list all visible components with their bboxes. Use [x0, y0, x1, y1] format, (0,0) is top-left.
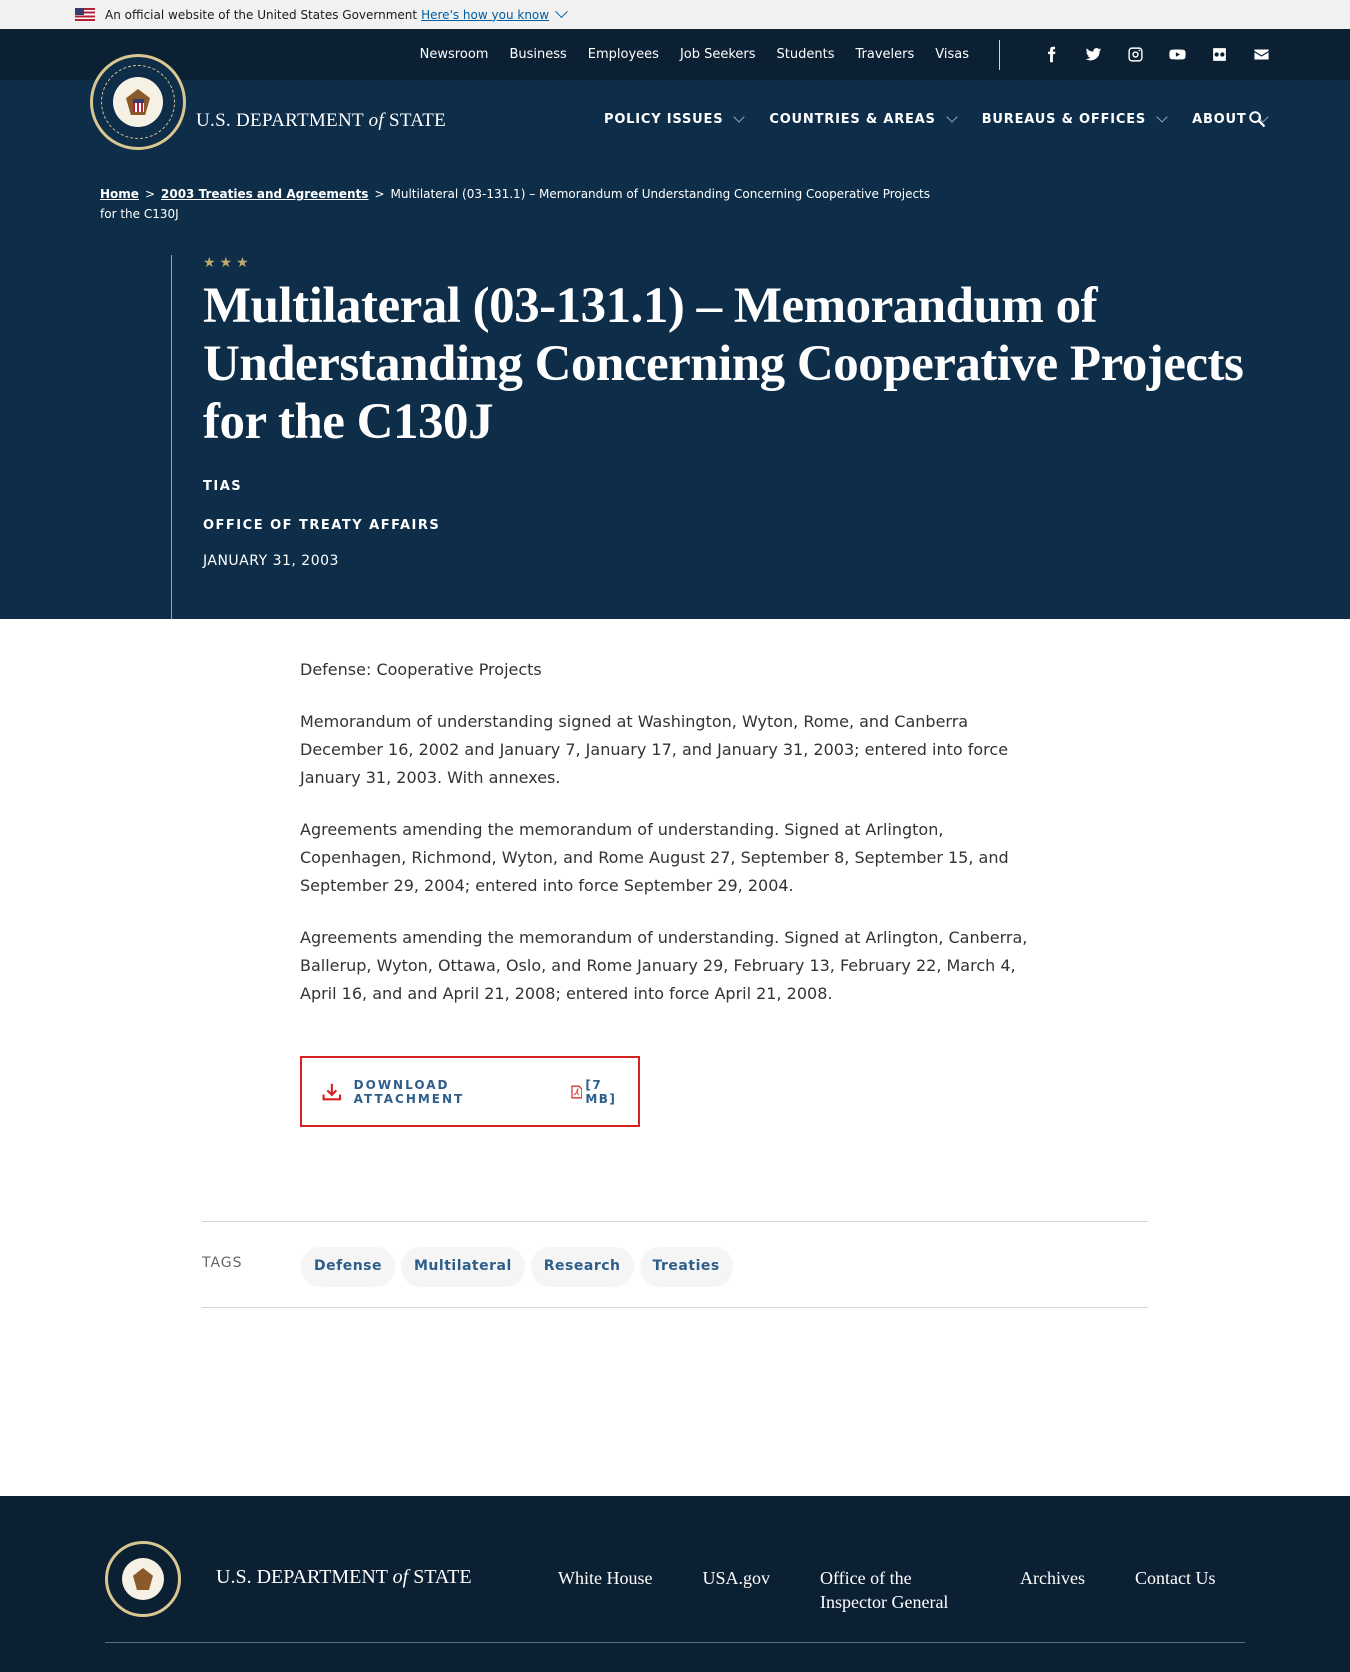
- article-paragraph: Defense: Cooperative Projects: [300, 660, 542, 679]
- breadcrumb: Home >2003 Treaties and Agreements > Multil…: [100, 184, 930, 224]
- chevron-down-icon: [1156, 111, 1168, 123]
- footer-link-contact-us[interactable]: Contact Us: [1135, 1566, 1216, 1614]
- main-nav: POLICY ISSUES COUNTRIES & AREAS BUREAUS …: [604, 111, 1293, 127]
- flickr-icon[interactable]: [1210, 46, 1228, 64]
- page-title: Multilateral (03-131.1) – Memorandum of …: [203, 278, 1244, 450]
- tags-label: TAGS: [202, 1255, 243, 1271]
- article-paragraph: Agreements amending the memorandum of un…: [300, 820, 1009, 895]
- footer: U.S. DEPARTMENT of STATE White House USA…: [0, 1496, 1350, 1672]
- download-label: DOWNLOAD ATTACHMENT: [353, 1077, 465, 1106]
- department-seal-logo[interactable]: [90, 54, 186, 150]
- utility-link-visas[interactable]: Visas: [935, 47, 969, 62]
- seal-icon: [90, 54, 186, 150]
- tags-section: TAGS Defense Multilateral Research Treat…: [202, 1221, 1148, 1308]
- utility-divider: [999, 39, 1000, 70]
- us-flag-icon: [75, 8, 95, 21]
- breadcrumb-parent[interactable]: 2003 Treaties and Agreements: [161, 187, 368, 201]
- footer-seal-logo[interactable]: [105, 1541, 181, 1617]
- gov-banner: An official website of the United States…: [0, 0, 1350, 29]
- nav-bureaus-offices[interactable]: BUREAUS & OFFICES: [981, 111, 1168, 127]
- footer-divider: [105, 1642, 1245, 1643]
- article-header: ★★★ Multilateral (03-131.1) – Memorandum…: [171, 255, 1251, 619]
- tag-research[interactable]: Research: [531, 1247, 633, 1285]
- site-wordmark[interactable]: U.S. DEPARTMENT of STATE: [196, 110, 446, 132]
- wordmark-text: U.S. DEPARTMENT: [196, 110, 369, 131]
- tag-treaties[interactable]: Treaties: [640, 1247, 732, 1285]
- hero-section: U.S. DEPARTMENT of STATE POLICY ISSUES C…: [0, 54, 1350, 619]
- article-series: TIAS: [203, 479, 243, 494]
- article-date: JANUARY 31, 2003: [203, 553, 339, 569]
- nav-label: ABOUT: [1192, 112, 1247, 127]
- chevron-down-icon[interactable]: [555, 5, 568, 19]
- utility-link-employees[interactable]: Employees: [588, 47, 659, 62]
- wordmark-of: of: [368, 110, 384, 131]
- nav-label: BUREAUS & OFFICES: [981, 112, 1147, 127]
- youtube-icon[interactable]: [1168, 46, 1186, 64]
- footer-link-white-house[interactable]: White House: [558, 1566, 652, 1614]
- download-size: [7 MB]: [585, 1077, 617, 1106]
- download-attachment-button[interactable]: DOWNLOAD ATTACHMENT [7 MB]: [300, 1056, 640, 1127]
- utility-link-job-seekers[interactable]: Job Seekers: [680, 47, 756, 62]
- utility-link-students[interactable]: Students: [777, 47, 835, 62]
- download-icon: [322, 1083, 342, 1100]
- footer-link-archives[interactable]: Archives: [1020, 1566, 1085, 1614]
- stars-icon: ★★★: [203, 255, 253, 271]
- footer-wordmark-of: of: [392, 1566, 409, 1588]
- heres-how-you-know-link[interactable]: Here's how you know: [421, 8, 549, 22]
- utility-nav: Newsroom Business Employees Job Seekers …: [0, 29, 1350, 80]
- email-icon[interactable]: [1252, 46, 1270, 64]
- footer-wordmark-text: U.S. DEPARTMENT: [216, 1566, 393, 1588]
- wordmark-text-end: STATE: [383, 110, 447, 131]
- article-body: Defense: Cooperative Projects Memorandum…: [300, 656, 1050, 1032]
- nav-countries-areas[interactable]: COUNTRIES & AREAS: [769, 111, 958, 127]
- twitter-icon[interactable]: [1084, 46, 1102, 64]
- footer-links: White House USA.gov Office of the Inspec…: [558, 1566, 1265, 1614]
- search-icon[interactable]: [1248, 110, 1266, 128]
- footer-link-usa-gov[interactable]: USA.gov: [702, 1566, 770, 1614]
- pdf-file-icon: [570, 1085, 582, 1098]
- article-office: OFFICE OF TREATY AFFAIRS: [203, 518, 441, 533]
- chevron-down-icon: [733, 111, 746, 123]
- tag-defense[interactable]: Defense: [302, 1247, 394, 1285]
- nav-label: COUNTRIES & AREAS: [769, 112, 936, 127]
- footer-wordmark[interactable]: U.S. DEPARTMENT of STATE: [216, 1566, 472, 1589]
- breadcrumb-separator: >: [374, 187, 385, 201]
- utility-link-travelers[interactable]: Travelers: [856, 47, 915, 62]
- footer-link-inspector-general[interactable]: Office of the Inspector General: [820, 1566, 970, 1614]
- breadcrumb-separator: >: [144, 187, 155, 201]
- tags-list: Defense Multilateral Research Treaties: [302, 1247, 740, 1285]
- utility-link-business[interactable]: Business: [509, 47, 566, 62]
- chevron-down-icon: [946, 111, 958, 123]
- gov-banner-text: An official website of the United States…: [105, 7, 418, 22]
- tag-multilateral[interactable]: Multilateral: [402, 1247, 524, 1285]
- utility-link-newsroom[interactable]: Newsroom: [420, 47, 489, 62]
- instagram-icon[interactable]: [1126, 46, 1144, 64]
- breadcrumb-home[interactable]: Home: [100, 187, 139, 201]
- article-paragraph: Memorandum of understanding signed at Wa…: [300, 712, 1009, 787]
- facebook-icon[interactable]: [1042, 46, 1060, 64]
- footer-wordmark-text-end: STATE: [408, 1566, 472, 1588]
- nav-label: POLICY ISSUES: [604, 112, 724, 127]
- article-paragraph: Agreements amending the memorandum of un…: [300, 928, 1028, 1003]
- nav-policy-issues[interactable]: POLICY ISSUES: [604, 111, 746, 127]
